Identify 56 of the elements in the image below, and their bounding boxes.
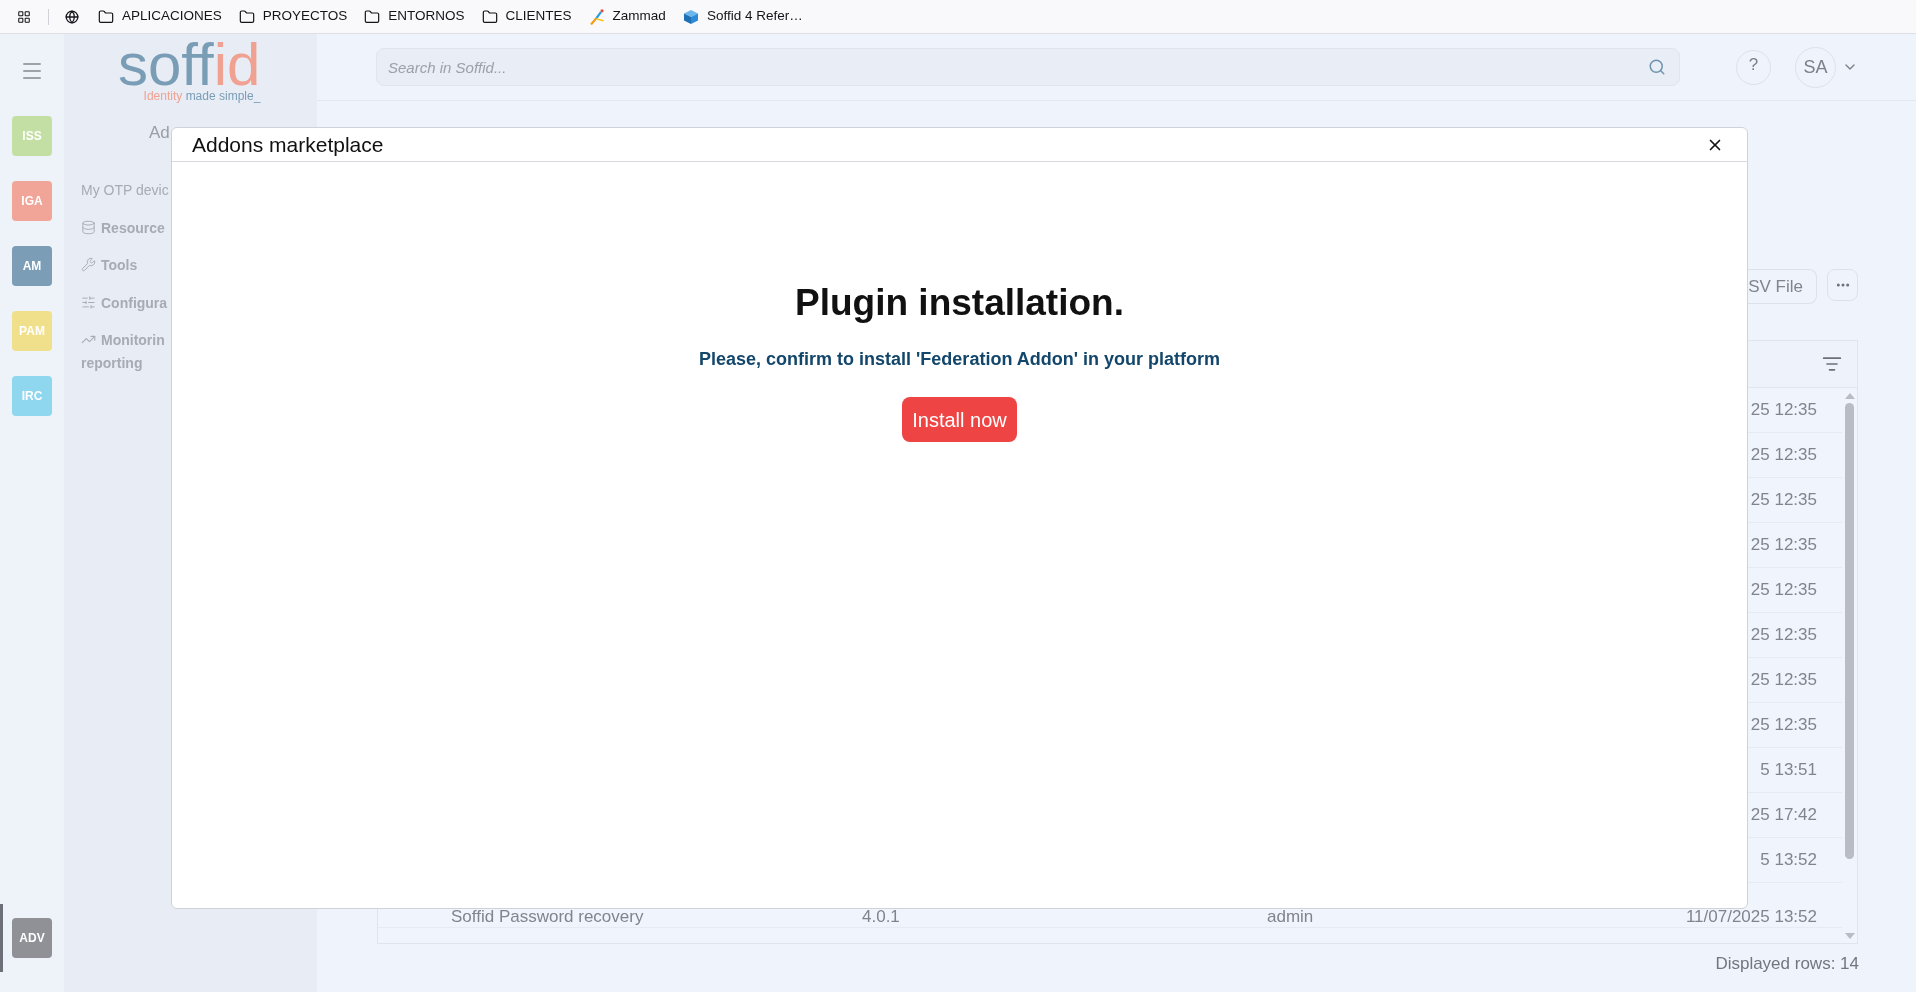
- folder-icon: [364, 8, 381, 25]
- table-cell: 11/07/2025 13:52: [1685, 908, 1817, 926]
- modal-title: Addons marketplace: [192, 131, 384, 158]
- displayed-rows-count: Displayed rows: 14: [1715, 954, 1859, 974]
- apps-grid-icon[interactable]: [17, 9, 31, 24]
- bookmark-link[interactable]: PROYECTOS: [238, 6, 348, 27]
- globe-icon[interactable]: [65, 9, 79, 24]
- table-cell: 25 12:35: [1750, 491, 1817, 509]
- modal-heading: Plugin installation.: [795, 284, 1124, 321]
- table-cell: admin: [1267, 908, 1314, 926]
- bookmark-link[interactable]: Soffid 4 Refer…: [682, 6, 803, 27]
- table-cell: 5 13:51: [1760, 761, 1817, 779]
- bookmark-link[interactable]: CLIENTES: [481, 6, 572, 27]
- table-cell: 25 12:35: [1750, 536, 1817, 554]
- filter-icon[interactable]: [1822, 354, 1842, 374]
- search-field[interactable]: Search in Soffid...: [376, 48, 1680, 86]
- logo-wordmark: soffid: [118, 41, 261, 89]
- sidebar-title: Ad: [149, 124, 170, 141]
- table-cell: 25 12:35: [1750, 626, 1817, 644]
- module-badge[interactable]: IGA: [12, 181, 52, 221]
- modal-message: Please, confirm to install 'Federation Addon' in your platform: [699, 350, 1220, 368]
- table-cell: 25 12:35: [1750, 446, 1817, 464]
- scroll-up-icon[interactable]: [1844, 393, 1855, 399]
- module-badge[interactable]: ADV: [12, 918, 52, 958]
- search-icon[interactable]: [1648, 58, 1666, 76]
- table-cell: 4.0.1: [862, 908, 900, 926]
- figure-icon: [588, 8, 605, 25]
- nav-link[interactable]: My OTP devic: [81, 172, 169, 210]
- wrench-icon: [81, 257, 96, 273]
- nav-link[interactable]: Resource: [81, 209, 165, 247]
- sliders-icon: [81, 294, 96, 310]
- table-cell: Soffid Password recovery: [451, 908, 644, 926]
- table-cell: 25 17:42: [1750, 806, 1817, 824]
- database-icon: [81, 219, 96, 235]
- logo-tagline: Identity made simple_: [143, 90, 261, 102]
- nav-link[interactable]: Monitorin reporting: [81, 322, 165, 383]
- bookmark-link[interactable]: APLICACIONES: [98, 6, 222, 27]
- table-cell: 25 12:35: [1750, 401, 1817, 419]
- cube-icon: [682, 8, 699, 25]
- folder-icon: [481, 8, 498, 25]
- more-button[interactable]: [1827, 269, 1858, 301]
- folder-icon: [98, 8, 114, 25]
- bookmark-link[interactable]: Zammad: [588, 6, 666, 27]
- nav-link[interactable]: Configura: [81, 284, 168, 322]
- module-badge[interactable]: IRC: [12, 376, 52, 416]
- table-cell: 25 12:35: [1750, 716, 1817, 734]
- table-cell: 5 13:52: [1760, 851, 1817, 869]
- folder-icon: [238, 8, 255, 25]
- nav-link[interactable]: Tools: [81, 247, 138, 285]
- module-badge[interactable]: AM: [12, 246, 52, 286]
- scroll-down-icon[interactable]: [1844, 933, 1855, 939]
- table-cell: 25 12:35: [1750, 581, 1817, 599]
- table-cell: 25 12:35: [1750, 671, 1817, 689]
- bookmark-link[interactable]: ENTORNOS: [364, 6, 465, 27]
- scrollbar-thumb[interactable]: [1845, 403, 1854, 859]
- install-button[interactable]: Install now: [902, 397, 1017, 442]
